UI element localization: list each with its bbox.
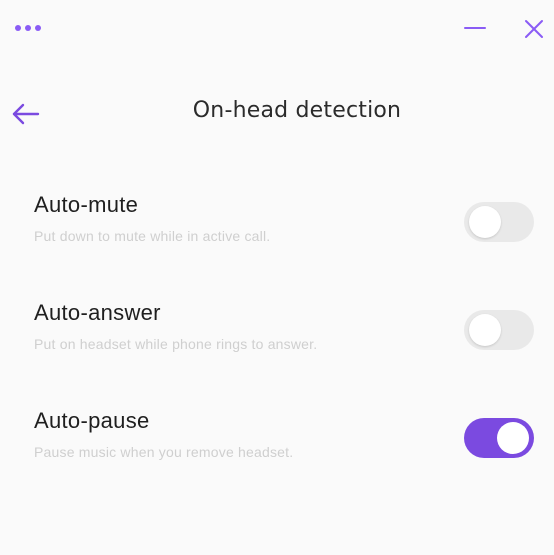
setting-label: Auto-mute [34,192,139,217]
auto-answer-toggle[interactable] [464,310,534,350]
page-title: On-head detection [192,98,402,123]
setting-description: Put down to mute while in active call. [34,228,271,244]
menu-dot [15,25,21,31]
auto-pause-toggle[interactable] [464,418,534,458]
close-icon[interactable] [521,16,547,42]
more-horizontal-icon[interactable] [15,20,49,36]
setting-label: Auto-answer [34,300,161,325]
setting-row-auto-answer: Auto-answer Put on headset while phone r… [0,300,554,380]
page-header: On-head detection [0,86,554,142]
setting-description: Put on headset while phone rings to answ… [34,336,318,352]
app-window: On-head detection Auto-mute Put down to … [0,0,554,555]
toggle-knob [497,422,529,454]
minimize-icon[interactable] [461,14,489,42]
menu-dot [35,25,41,31]
setting-label: Auto-pause [34,408,150,433]
toggle-knob [469,314,501,346]
setting-row-auto-pause: Auto-pause Pause music when you remove h… [0,408,554,488]
menu-dot [25,25,31,31]
auto-mute-toggle[interactable] [464,202,534,242]
arrow-left-icon[interactable] [10,100,42,128]
titlebar [0,0,554,56]
toggle-knob [469,206,501,238]
setting-description: Pause music when you remove headset. [34,444,294,460]
setting-row-auto-mute: Auto-mute Put down to mute while in acti… [0,192,554,272]
